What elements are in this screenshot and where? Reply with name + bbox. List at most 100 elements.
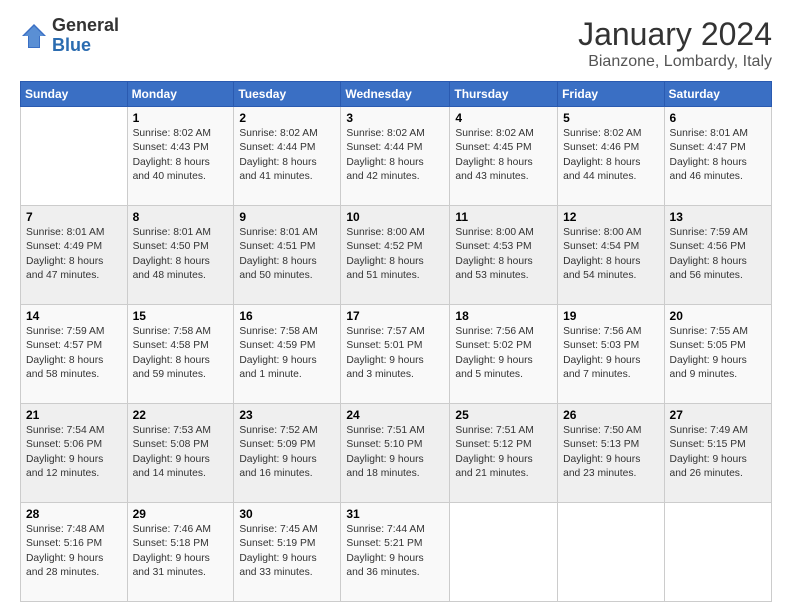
- day-number: 3: [346, 111, 444, 125]
- day-info: Sunrise: 8:00 AMSunset: 4:52 PMDaylight:…: [346, 226, 444, 284]
- calendar-header-friday: Friday: [558, 82, 664, 107]
- calendar-cell: 22 Sunrise: 7:53 AMSunset: 5:08 PMDayligh…: [127, 404, 234, 503]
- day-number: 25: [455, 408, 552, 422]
- day-info: Sunrise: 8:02 AMSunset: 4:44 PMDaylight:…: [239, 127, 335, 185]
- calendar-cell: 1Sunrise: 8:02 AMSunset: 4:43 PMDaylight…: [127, 107, 234, 206]
- calendar-cell: 27Sunrise: 7:49 AMSunset: 5:15 PMDayligh…: [664, 404, 771, 503]
- day-number: 24: [346, 408, 444, 422]
- day-info: Sunrise: 7:46 AMSunset: 5:18 PMDaylight:…: [133, 523, 229, 581]
- day-number: 15: [133, 309, 229, 323]
- calendar-header-wednesday: Wednesday: [341, 82, 450, 107]
- calendar-cell: 10 Sunrise: 8:00 AMSunset: 4:52 PMDayligh…: [341, 206, 450, 305]
- calendar-cell: 2Sunrise: 8:02 AMSunset: 4:44 PMDaylight…: [234, 107, 341, 206]
- day-number: 1: [133, 111, 229, 125]
- day-info: Sunrise: 7:48 AMSunset: 5:16 PMDaylight:…: [26, 523, 122, 581]
- day-info: Sunrise: 7:55 AMSunset: 5:05 PMDaylight:…: [670, 325, 766, 383]
- title-section: January 2024 Bianzone, Lombardy, Italy: [578, 16, 772, 71]
- day-info: Sunrise: 8:02 AMSunset: 4:45 PMDaylight:…: [455, 127, 552, 185]
- day-number: 23: [239, 408, 335, 422]
- calendar-header-saturday: Saturday: [664, 82, 771, 107]
- calendar-cell: 9Sunrise: 8:01 AMSunset: 4:51 PMDaylight…: [234, 206, 341, 305]
- day-info: Sunrise: 7:44 AMSunset: 5:21 PMDaylight:…: [346, 523, 444, 581]
- day-info: Sunrise: 7:57 AMSunset: 5:01 PMDaylight:…: [346, 325, 444, 383]
- calendar-cell: 6Sunrise: 8:01 AMSunset: 4:47 PMDaylight…: [664, 107, 771, 206]
- calendar-cell: 29 Sunrise: 7:46 AMSunset: 5:18 PMDayligh…: [127, 503, 234, 602]
- day-number: 19: [563, 309, 658, 323]
- calendar-cell: 31 Sunrise: 7:44 AMSunset: 5:21 PMDayligh…: [341, 503, 450, 602]
- day-number: 30: [239, 507, 335, 521]
- calendar-cell: 5 Sunrise: 8:02 AMSunset: 4:46 PMDaylight…: [558, 107, 664, 206]
- calendar-cell: 14 Sunrise: 7:59 AMSunset: 4:57 PMDayligh…: [21, 305, 128, 404]
- day-info: Sunrise: 8:01 AMSunset: 4:49 PMDaylight:…: [26, 226, 122, 284]
- calendar-cell: [558, 503, 664, 602]
- calendar-cell: 28 Sunrise: 7:48 AMSunset: 5:16 PMDayligh…: [21, 503, 128, 602]
- day-number: 22: [133, 408, 229, 422]
- day-info: Sunrise: 8:02 AMSunset: 4:44 PMDaylight:…: [346, 127, 444, 185]
- calendar: SundayMondayTuesdayWednesdayThursdayFrid…: [20, 81, 772, 602]
- day-number: 14: [26, 309, 122, 323]
- calendar-cell: 11 Sunrise: 8:00 AMSunset: 4:53 PMDayligh…: [450, 206, 558, 305]
- day-info: Sunrise: 7:49 AMSunset: 5:15 PMDaylight:…: [670, 424, 766, 482]
- calendar-cell: [664, 503, 771, 602]
- calendar-header-tuesday: Tuesday: [234, 82, 341, 107]
- calendar-week-row: 1Sunrise: 8:02 AMSunset: 4:43 PMDaylight…: [21, 107, 772, 206]
- calendar-cell: 4 Sunrise: 8:02 AMSunset: 4:45 PMDaylight…: [450, 107, 558, 206]
- day-number: 8: [133, 210, 229, 224]
- day-info: Sunrise: 7:45 AMSunset: 5:19 PMDaylight:…: [239, 523, 335, 581]
- day-number: 28: [26, 507, 122, 521]
- day-info: Sunrise: 7:52 AMSunset: 5:09 PMDaylight:…: [239, 424, 335, 482]
- calendar-cell: 23 Sunrise: 7:52 AMSunset: 5:09 PMDayligh…: [234, 404, 341, 503]
- calendar-cell: 19Sunrise: 7:56 AMSunset: 5:03 PMDayligh…: [558, 305, 664, 404]
- day-number: 31: [346, 507, 444, 521]
- day-info: Sunrise: 7:59 AMSunset: 4:56 PMDaylight:…: [670, 226, 766, 284]
- logo-general: General: [52, 16, 119, 36]
- location: Bianzone, Lombardy, Italy: [578, 53, 772, 71]
- day-number: 21: [26, 408, 122, 422]
- day-info: Sunrise: 7:58 AMSunset: 4:59 PMDaylight:…: [239, 325, 335, 383]
- calendar-week-row: 7 Sunrise: 8:01 AMSunset: 4:49 PMDaylight…: [21, 206, 772, 305]
- day-info: Sunrise: 7:51 AMSunset: 5:10 PMDaylight:…: [346, 424, 444, 482]
- day-number: 12: [563, 210, 658, 224]
- day-number: 11: [455, 210, 552, 224]
- day-info: Sunrise: 7:53 AMSunset: 5:08 PMDaylight:…: [133, 424, 229, 482]
- month-title: January 2024: [578, 16, 772, 53]
- day-info: Sunrise: 8:02 AMSunset: 4:46 PMDaylight:…: [563, 127, 658, 185]
- calendar-header-sunday: Sunday: [21, 82, 128, 107]
- day-number: 9: [239, 210, 335, 224]
- day-info: Sunrise: 7:51 AMSunset: 5:12 PMDaylight:…: [455, 424, 552, 482]
- day-info: Sunrise: 7:58 AMSunset: 4:58 PMDaylight:…: [133, 325, 229, 383]
- day-number: 16: [239, 309, 335, 323]
- calendar-cell: 13 Sunrise: 7:59 AMSunset: 4:56 PMDayligh…: [664, 206, 771, 305]
- day-info: Sunrise: 7:56 AMSunset: 5:02 PMDaylight:…: [455, 325, 552, 383]
- day-info: Sunrise: 7:54 AMSunset: 5:06 PMDaylight:…: [26, 424, 122, 482]
- day-number: 4: [455, 111, 552, 125]
- calendar-cell: 30 Sunrise: 7:45 AMSunset: 5:19 PMDayligh…: [234, 503, 341, 602]
- logo-text: General Blue: [52, 16, 119, 56]
- calendar-cell: 3 Sunrise: 8:02 AMSunset: 4:44 PMDaylight…: [341, 107, 450, 206]
- calendar-cell: 18 Sunrise: 7:56 AMSunset: 5:02 PMDayligh…: [450, 305, 558, 404]
- day-number: 20: [670, 309, 766, 323]
- logo-icon: [20, 22, 48, 50]
- calendar-week-row: 14 Sunrise: 7:59 AMSunset: 4:57 PMDayligh…: [21, 305, 772, 404]
- calendar-cell: 17Sunrise: 7:57 AMSunset: 5:01 PMDayligh…: [341, 305, 450, 404]
- calendar-cell: 7 Sunrise: 8:01 AMSunset: 4:49 PMDaylight…: [21, 206, 128, 305]
- day-number: 5: [563, 111, 658, 125]
- day-number: 6: [670, 111, 766, 125]
- calendar-week-row: 21 Sunrise: 7:54 AMSunset: 5:06 PMDayligh…: [21, 404, 772, 503]
- calendar-cell: [21, 107, 128, 206]
- calendar-cell: 20 Sunrise: 7:55 AMSunset: 5:05 PMDayligh…: [664, 305, 771, 404]
- day-number: 18: [455, 309, 552, 323]
- day-number: 13: [670, 210, 766, 224]
- calendar-header-row: SundayMondayTuesdayWednesdayThursdayFrid…: [21, 82, 772, 107]
- day-number: 29: [133, 507, 229, 521]
- day-number: 10: [346, 210, 444, 224]
- calendar-cell: 15 Sunrise: 7:58 AMSunset: 4:58 PMDayligh…: [127, 305, 234, 404]
- day-info: Sunrise: 7:59 AMSunset: 4:57 PMDaylight:…: [26, 325, 122, 383]
- day-info: Sunrise: 8:01 AMSunset: 4:50 PMDaylight:…: [133, 226, 229, 284]
- logo-blue: Blue: [52, 36, 119, 56]
- calendar-cell: [450, 503, 558, 602]
- header: General Blue January 2024 Bianzone, Lomb…: [20, 16, 772, 71]
- day-info: Sunrise: 8:00 AMSunset: 4:53 PMDaylight:…: [455, 226, 552, 284]
- day-number: 7: [26, 210, 122, 224]
- calendar-week-row: 28 Sunrise: 7:48 AMSunset: 5:16 PMDayligh…: [21, 503, 772, 602]
